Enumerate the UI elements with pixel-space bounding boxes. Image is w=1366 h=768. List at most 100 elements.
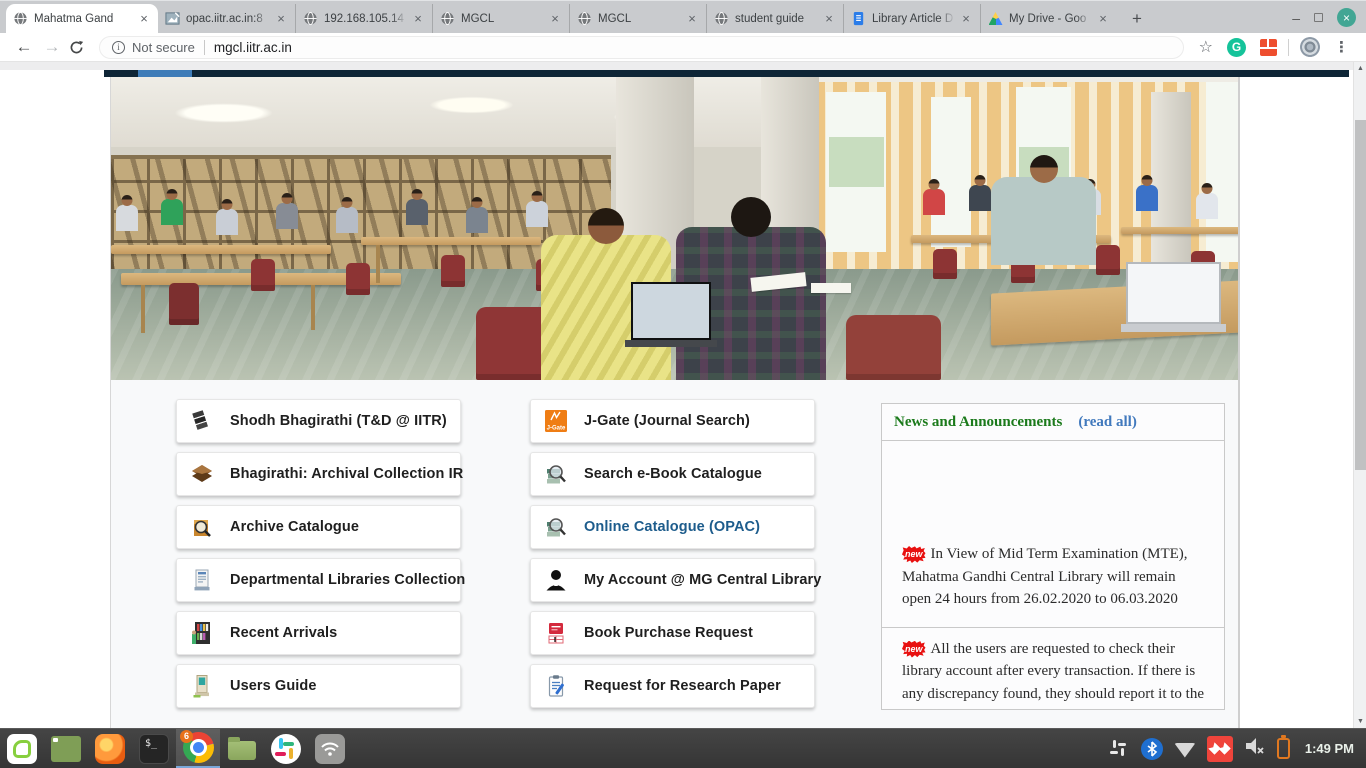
link-users-guide[interactable]: Users Guide: [176, 664, 461, 708]
tab-my-drive[interactable]: My Drive - Goo ×: [980, 4, 1117, 33]
tab-mahatma-gandhi[interactable]: Mahatma Gand ×: [6, 4, 158, 33]
tab-mgcl-1[interactable]: MGCL ×: [432, 4, 569, 33]
bluetooth-icon[interactable]: [1141, 738, 1163, 760]
jgate-icon: J-Gate: [543, 408, 569, 434]
link-label: Departmental Libraries Collection: [230, 572, 465, 588]
news-item-text: All the users are requested to check the…: [902, 641, 1204, 702]
news-item: newIn View of Mid Term Examination (MTE)…: [882, 543, 1224, 627]
orange-extension-icon[interactable]: [1260, 39, 1277, 56]
taskbar-clock[interactable]: 1:49 PM: [1305, 741, 1354, 756]
scrollbar-thumb[interactable]: [1355, 120, 1366, 470]
terminal-launcher[interactable]: $_: [132, 729, 176, 768]
user-icon: [543, 567, 569, 593]
profile-avatar[interactable]: [1300, 37, 1320, 57]
show-desktop-button[interactable]: [44, 729, 88, 768]
link-bhagirathi-archival[interactable]: Bhagirathi: Archival Collection IR: [176, 452, 461, 496]
anydesk-icon[interactable]: [1207, 736, 1233, 762]
news-body: newIn View of Mid Term Examination (MTE)…: [882, 441, 1224, 709]
tab-close-icon[interactable]: ×: [822, 12, 836, 26]
tab-close-icon[interactable]: ×: [1096, 12, 1110, 26]
site-nav-active-item[interactable]: [138, 70, 192, 77]
link-departmental-libraries[interactable]: Departmental Libraries Collection: [176, 558, 461, 602]
link-label: Users Guide: [230, 678, 317, 694]
photo-laptop: [1126, 262, 1226, 332]
tab-title: Library Article D: [872, 13, 955, 25]
url-text[interactable]: mgcl.iitr.ac.in: [214, 40, 292, 55]
tab-title: Mahatma Gand: [34, 13, 133, 25]
link-recent-arrivals[interactable]: Recent Arrivals: [176, 611, 461, 655]
site-navbar: [104, 70, 1349, 77]
tab-student-guide[interactable]: student guide ×: [706, 4, 843, 33]
bookmark-star-icon[interactable]: ☆: [1199, 37, 1213, 57]
firefox-launcher[interactable]: [88, 729, 132, 768]
link-label: Archive Catalogue: [230, 519, 359, 535]
tab-close-icon[interactable]: ×: [548, 12, 562, 26]
info-icon[interactable]: i: [112, 41, 125, 54]
restore-button[interactable]: [1314, 13, 1323, 22]
thesis-books-icon: [189, 408, 215, 434]
link-label: My Account @ MG Central Library: [584, 572, 821, 588]
new-tab-button[interactable]: +: [1123, 5, 1151, 33]
link-book-purchase-request[interactable]: Book Purchase Request: [530, 611, 815, 655]
chrome-launcher[interactable]: 6: [176, 729, 220, 768]
slack-launcher[interactable]: [264, 729, 308, 768]
link-label: J-Gate (Journal Search): [584, 413, 750, 429]
volume-muted-icon[interactable]: [1244, 736, 1266, 761]
desktop-screen: Mahatma Gand × opac.iitr.ac.in:8 × 192.1…: [0, 0, 1366, 768]
tab-opac[interactable]: opac.iitr.ac.in:8 ×: [158, 4, 295, 33]
read-all-link[interactable]: (read all): [1078, 414, 1136, 431]
slack-icon: [271, 734, 301, 764]
tab-title: MGCL: [598, 13, 681, 25]
toolbar-separator: [1288, 39, 1289, 56]
scroll-up-arrow[interactable]: ▲: [1354, 65, 1366, 72]
broken-image-favicon: [165, 11, 180, 26]
google-drive-favicon: [988, 11, 1003, 26]
link-my-account[interactable]: My Account @ MG Central Library: [530, 558, 815, 602]
guide-kiosk-icon: [189, 673, 215, 699]
grammarly-extension-icon[interactable]: G: [1227, 38, 1246, 57]
link-shodh-bhagirathi[interactable]: Shodh Bhagirathi (T&D @ IITR): [176, 399, 461, 443]
opac-search-icon: [543, 514, 569, 540]
tab-close-icon[interactable]: ×: [411, 12, 425, 26]
globe-favicon: [13, 11, 28, 26]
news-title: News and Announcements: [894, 414, 1062, 431]
tab-close-icon[interactable]: ×: [137, 12, 151, 26]
forward-button[interactable]: →: [38, 37, 66, 57]
tab-close-icon[interactable]: ×: [685, 12, 699, 26]
browser-menu-icon[interactable]: ⋮: [1334, 38, 1349, 56]
mint-menu-button[interactable]: [0, 729, 44, 768]
tab-mgcl-2[interactable]: MGCL ×: [569, 4, 706, 33]
page-scrollbar[interactable]: ▲ ▼: [1353, 62, 1366, 728]
tab-close-icon[interactable]: ×: [274, 12, 288, 26]
ebook-search-icon: [543, 461, 569, 487]
news-item: newAll the users are requested to check …: [882, 627, 1224, 706]
new-badge: new: [902, 546, 926, 563]
taskbar: $_ 6: [0, 728, 1366, 768]
tab-ip-address[interactable]: 192.168.105.14 ×: [295, 4, 432, 33]
link-jgate[interactable]: J-Gate J-Gate (Journal Search): [530, 399, 815, 443]
quick-links-column-1: Shodh Bhagirathi (T&D @ IITR) Bhagirathi…: [176, 399, 461, 717]
page-top-gap: [0, 62, 1366, 70]
tab-close-icon[interactable]: ×: [959, 12, 973, 26]
wifi-signal-icon[interactable]: [1174, 743, 1196, 758]
book-request-icon: [543, 620, 569, 646]
slack-tray-icon[interactable]: [1108, 738, 1130, 760]
address-bar[interactable]: i Not secure mgcl.iitr.ac.in: [99, 36, 1184, 59]
photo-pillar: [1151, 92, 1191, 277]
link-search-ebook-catalogue[interactable]: Search e-Book Catalogue: [530, 452, 815, 496]
globe-favicon: [440, 11, 455, 26]
battery-icon[interactable]: [1277, 738, 1290, 759]
reload-button[interactable]: [68, 39, 85, 56]
minimize-button[interactable]: –: [1292, 13, 1300, 23]
security-label: Not secure: [132, 40, 195, 55]
back-button[interactable]: ←: [10, 37, 38, 57]
network-tool-launcher[interactable]: [308, 729, 352, 768]
link-request-research-paper[interactable]: Request for Research Paper: [530, 664, 815, 708]
scroll-down-arrow[interactable]: ▼: [1354, 718, 1366, 725]
link-archive-catalogue[interactable]: Archive Catalogue: [176, 505, 461, 549]
new-badge: new: [902, 641, 926, 658]
link-online-catalogue-opac[interactable]: Online Catalogue (OPAC): [530, 505, 815, 549]
files-launcher[interactable]: [220, 729, 264, 768]
close-window-button[interactable]: ×: [1337, 8, 1356, 27]
tab-library-article[interactable]: Library Article D ×: [843, 4, 980, 33]
